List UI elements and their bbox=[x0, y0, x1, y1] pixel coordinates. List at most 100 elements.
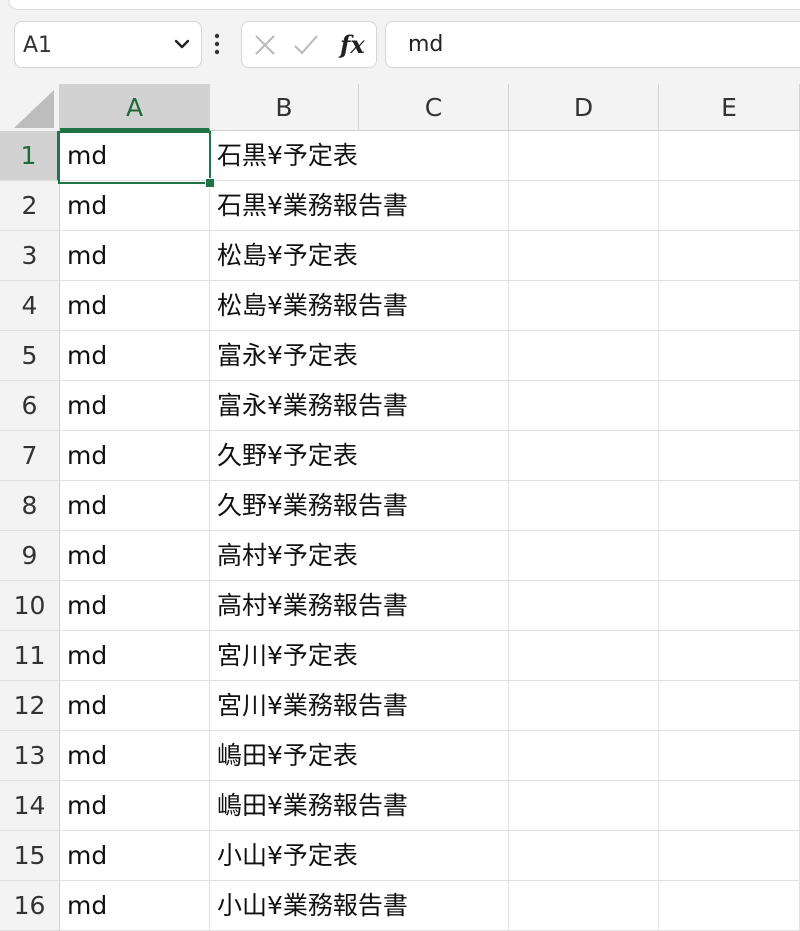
column-header-d[interactable]: D bbox=[509, 84, 659, 131]
cell-c10[interactable] bbox=[359, 581, 509, 631]
row-header[interactable]: 8 bbox=[0, 481, 60, 531]
cell-d1[interactable] bbox=[509, 131, 659, 181]
cell-b9[interactable]: 高村¥予定表 bbox=[210, 531, 359, 581]
cell-d3[interactable] bbox=[509, 231, 659, 281]
column-header-c[interactable]: C bbox=[359, 84, 509, 131]
row-header[interactable]: 12 bbox=[0, 681, 60, 731]
cell-b16[interactable]: 小山¥業務報告書 bbox=[210, 881, 408, 931]
cell-a16[interactable]: md bbox=[60, 881, 210, 931]
cell-d14[interactable] bbox=[509, 781, 659, 831]
row-header[interactable]: 4 bbox=[0, 281, 60, 331]
cell-b15[interactable]: 小山¥予定表 bbox=[210, 831, 359, 881]
cell-b1[interactable]: 石黒¥予定表 bbox=[210, 131, 359, 181]
cell-a9[interactable]: md bbox=[60, 531, 210, 581]
cell-b8[interactable]: 久野¥業務報告書 bbox=[210, 481, 408, 531]
cell-a7[interactable]: md bbox=[60, 431, 210, 481]
cell-c4[interactable] bbox=[359, 281, 509, 331]
row-header[interactable]: 2 bbox=[0, 181, 60, 231]
cell-a15[interactable]: md bbox=[60, 831, 210, 881]
cell-e3[interactable] bbox=[659, 231, 800, 281]
cell-d8[interactable] bbox=[509, 481, 659, 531]
cell-e16[interactable] bbox=[659, 881, 800, 931]
cell-e15[interactable] bbox=[659, 831, 800, 881]
row-header[interactable]: 3 bbox=[0, 231, 60, 281]
cell-c2[interactable] bbox=[359, 181, 509, 231]
row-header[interactable]: 1 bbox=[0, 131, 60, 181]
cell-c3[interactable] bbox=[359, 231, 509, 281]
cell-e9[interactable] bbox=[659, 531, 800, 581]
formula-input[interactable]: md bbox=[385, 21, 800, 68]
cell-d7[interactable] bbox=[509, 431, 659, 481]
cell-c11[interactable] bbox=[359, 631, 509, 681]
cell-c5[interactable] bbox=[359, 331, 509, 381]
row-header[interactable]: 15 bbox=[0, 831, 60, 881]
cell-d6[interactable] bbox=[509, 381, 659, 431]
cell-e8[interactable] bbox=[659, 481, 800, 531]
cell-d4[interactable] bbox=[509, 281, 659, 331]
row-header[interactable]: 13 bbox=[0, 731, 60, 781]
cell-c16[interactable] bbox=[359, 881, 509, 931]
cell-a6[interactable]: md bbox=[60, 381, 210, 431]
cell-e2[interactable] bbox=[659, 181, 800, 231]
cell-e5[interactable] bbox=[659, 331, 800, 381]
row-header[interactable]: 9 bbox=[0, 531, 60, 581]
row-header[interactable]: 6 bbox=[0, 381, 60, 431]
row-header[interactable]: 11 bbox=[0, 631, 60, 681]
name-box[interactable]: A1 bbox=[14, 21, 202, 68]
row-header[interactable]: 7 bbox=[0, 431, 60, 481]
cell-c15[interactable] bbox=[359, 831, 509, 881]
insert-function-button[interactable]: fx bbox=[340, 30, 365, 59]
cell-b12[interactable]: 宮川¥業務報告書 bbox=[210, 681, 408, 731]
cell-d5[interactable] bbox=[509, 331, 659, 381]
cell-c6[interactable] bbox=[359, 381, 509, 431]
cell-a12[interactable]: md bbox=[60, 681, 210, 731]
cell-d12[interactable] bbox=[509, 681, 659, 731]
row-header[interactable]: 14 bbox=[0, 781, 60, 831]
cell-d9[interactable] bbox=[509, 531, 659, 581]
cell-e12[interactable] bbox=[659, 681, 800, 731]
cell-b4[interactable]: 松島¥業務報告書 bbox=[210, 281, 408, 331]
select-all-button[interactable] bbox=[0, 84, 60, 132]
cell-b10[interactable]: 高村¥業務報告書 bbox=[210, 581, 408, 631]
cell-c12[interactable] bbox=[359, 681, 509, 731]
cell-c7[interactable] bbox=[359, 431, 509, 481]
cell-b3[interactable]: 松島¥予定表 bbox=[210, 231, 359, 281]
cell-b6[interactable]: 富永¥業務報告書 bbox=[210, 381, 408, 431]
cell-e11[interactable] bbox=[659, 631, 800, 681]
cell-d13[interactable] bbox=[509, 731, 659, 781]
cell-e6[interactable] bbox=[659, 381, 800, 431]
cell-e4[interactable] bbox=[659, 281, 800, 331]
cell-a11[interactable]: md bbox=[60, 631, 210, 681]
cell-c9[interactable] bbox=[359, 531, 509, 581]
close-icon[interactable] bbox=[254, 34, 276, 56]
cell-a1[interactable]: md bbox=[60, 131, 210, 181]
cell-a13[interactable]: md bbox=[60, 731, 210, 781]
cell-e7[interactable] bbox=[659, 431, 800, 481]
check-icon[interactable] bbox=[294, 34, 318, 56]
cell-d15[interactable] bbox=[509, 831, 659, 881]
cell-d2[interactable] bbox=[509, 181, 659, 231]
cell-e1[interactable] bbox=[659, 131, 800, 181]
cell-a8[interactable]: md bbox=[60, 481, 210, 531]
cell-d16[interactable] bbox=[509, 881, 659, 931]
cell-d10[interactable] bbox=[509, 581, 659, 631]
cell-a2[interactable]: md bbox=[60, 181, 210, 231]
fill-handle[interactable] bbox=[205, 178, 215, 188]
cell-a14[interactable]: md bbox=[60, 781, 210, 831]
cell-c13[interactable] bbox=[359, 731, 509, 781]
row-header[interactable]: 10 bbox=[0, 581, 60, 631]
cell-c14[interactable] bbox=[359, 781, 509, 831]
cell-e13[interactable] bbox=[659, 731, 800, 781]
more-vertical-icon[interactable] bbox=[214, 32, 220, 56]
cell-d11[interactable] bbox=[509, 631, 659, 681]
cell-c1[interactable] bbox=[359, 131, 509, 181]
cell-c8[interactable] bbox=[359, 481, 509, 531]
cell-a3[interactable]: md bbox=[60, 231, 210, 281]
cell-e10[interactable] bbox=[659, 581, 800, 631]
cell-b13[interactable]: 嶋田¥予定表 bbox=[210, 731, 359, 781]
cell-b7[interactable]: 久野¥予定表 bbox=[210, 431, 359, 481]
cell-a4[interactable]: md bbox=[60, 281, 210, 331]
column-header-b[interactable]: B bbox=[210, 84, 359, 131]
cell-e14[interactable] bbox=[659, 781, 800, 831]
cell-a10[interactable]: md bbox=[60, 581, 210, 631]
